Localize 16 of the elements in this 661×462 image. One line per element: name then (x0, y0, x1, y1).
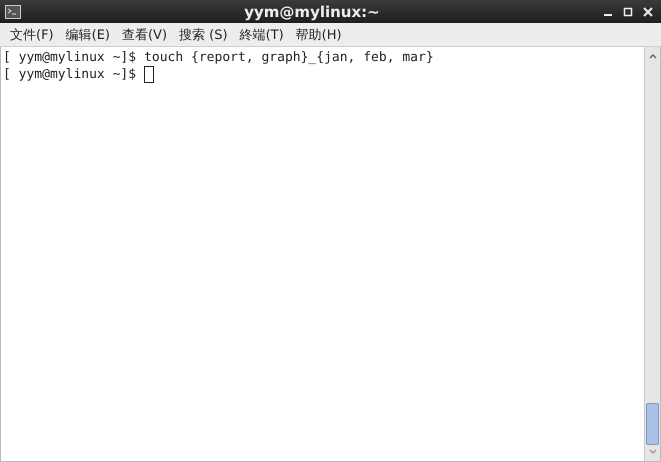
close-icon[interactable] (643, 6, 653, 16)
command-text: touch {report, graph}_{jan, feb, mar} (144, 50, 434, 65)
menu-item[interactable]: 帮助(H) (290, 26, 348, 44)
menu-item[interactable]: 编辑(E) (60, 26, 116, 44)
menu-item[interactable]: 搜索 (S) (173, 26, 234, 44)
scrollbar[interactable] (644, 47, 660, 461)
menu-item[interactable]: 文件(F) (4, 26, 60, 44)
maximize-icon[interactable] (623, 6, 633, 16)
terminal-icon (5, 4, 21, 18)
shell-prompt: [ yym@mylinux ~]$ (3, 67, 136, 82)
shell-prompt: [ yym@mylinux ~]$ (3, 50, 136, 65)
menu-item[interactable]: 終端(T) (234, 26, 290, 44)
menu-item[interactable]: 查看(V) (116, 26, 174, 44)
window-title: yym@mylinux:~ (243, 2, 381, 20)
scroll-thumb[interactable] (646, 403, 659, 445)
scroll-up-icon[interactable] (646, 51, 658, 61)
